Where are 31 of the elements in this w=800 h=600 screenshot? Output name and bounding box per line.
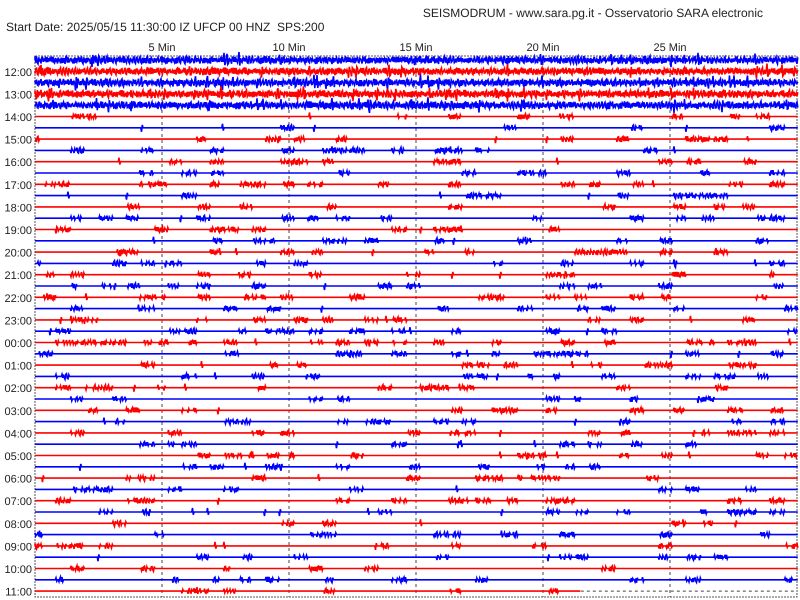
minute-label: 10 Min bbox=[272, 42, 306, 54]
hour-label: 19:00 bbox=[4, 225, 32, 237]
hour-label: 16:00 bbox=[4, 157, 32, 170]
hour-label: 04:00 bbox=[4, 428, 32, 440]
hour-label: 12:00 bbox=[4, 66, 32, 79]
minute-label: 20 Min bbox=[526, 42, 560, 54]
station-title: SEISMODRUM - www.sara.pg.it - Osservatorio SARA electronic bbox=[422, 6, 763, 20]
hour-label: 02:00 bbox=[4, 383, 32, 396]
hour-label: 09:00 bbox=[4, 541, 32, 554]
hour-label: 13:00 bbox=[4, 89, 32, 102]
hour-label: 21:00 bbox=[4, 270, 32, 282]
minute-label: 25 Min bbox=[653, 42, 687, 54]
minute-label: 5 Min bbox=[148, 42, 176, 54]
hour-label: 11:00 bbox=[5, 586, 32, 599]
hour-label: 14:00 bbox=[4, 112, 32, 124]
hour-label: 20:00 bbox=[4, 248, 32, 260]
hour-label: 18:00 bbox=[4, 202, 32, 214]
hour-label: 23:00 bbox=[4, 315, 32, 328]
start-date-info: Start Date: 2025/05/15 11:30:00 IZ UFCP 00 HNZ SPS:200 bbox=[6, 20, 324, 34]
hour-label: 10:00 bbox=[4, 564, 32, 576]
hour-label: 07:00 bbox=[4, 496, 32, 508]
hour-label: 06:00 bbox=[4, 474, 32, 486]
hour-label: 05:00 bbox=[4, 451, 32, 463]
hour-label: 00:00 bbox=[4, 338, 32, 350]
hour-label: 08:00 bbox=[4, 518, 32, 531]
hour-label: 17:00 bbox=[4, 180, 32, 192]
hour-label: 15:00 bbox=[4, 134, 32, 147]
hour-label: 03:00 bbox=[4, 406, 32, 418]
hour-label: 01:00 bbox=[4, 360, 32, 373]
minute-label: 15 Min bbox=[399, 42, 433, 54]
hour-label: 22:00 bbox=[4, 292, 32, 305]
